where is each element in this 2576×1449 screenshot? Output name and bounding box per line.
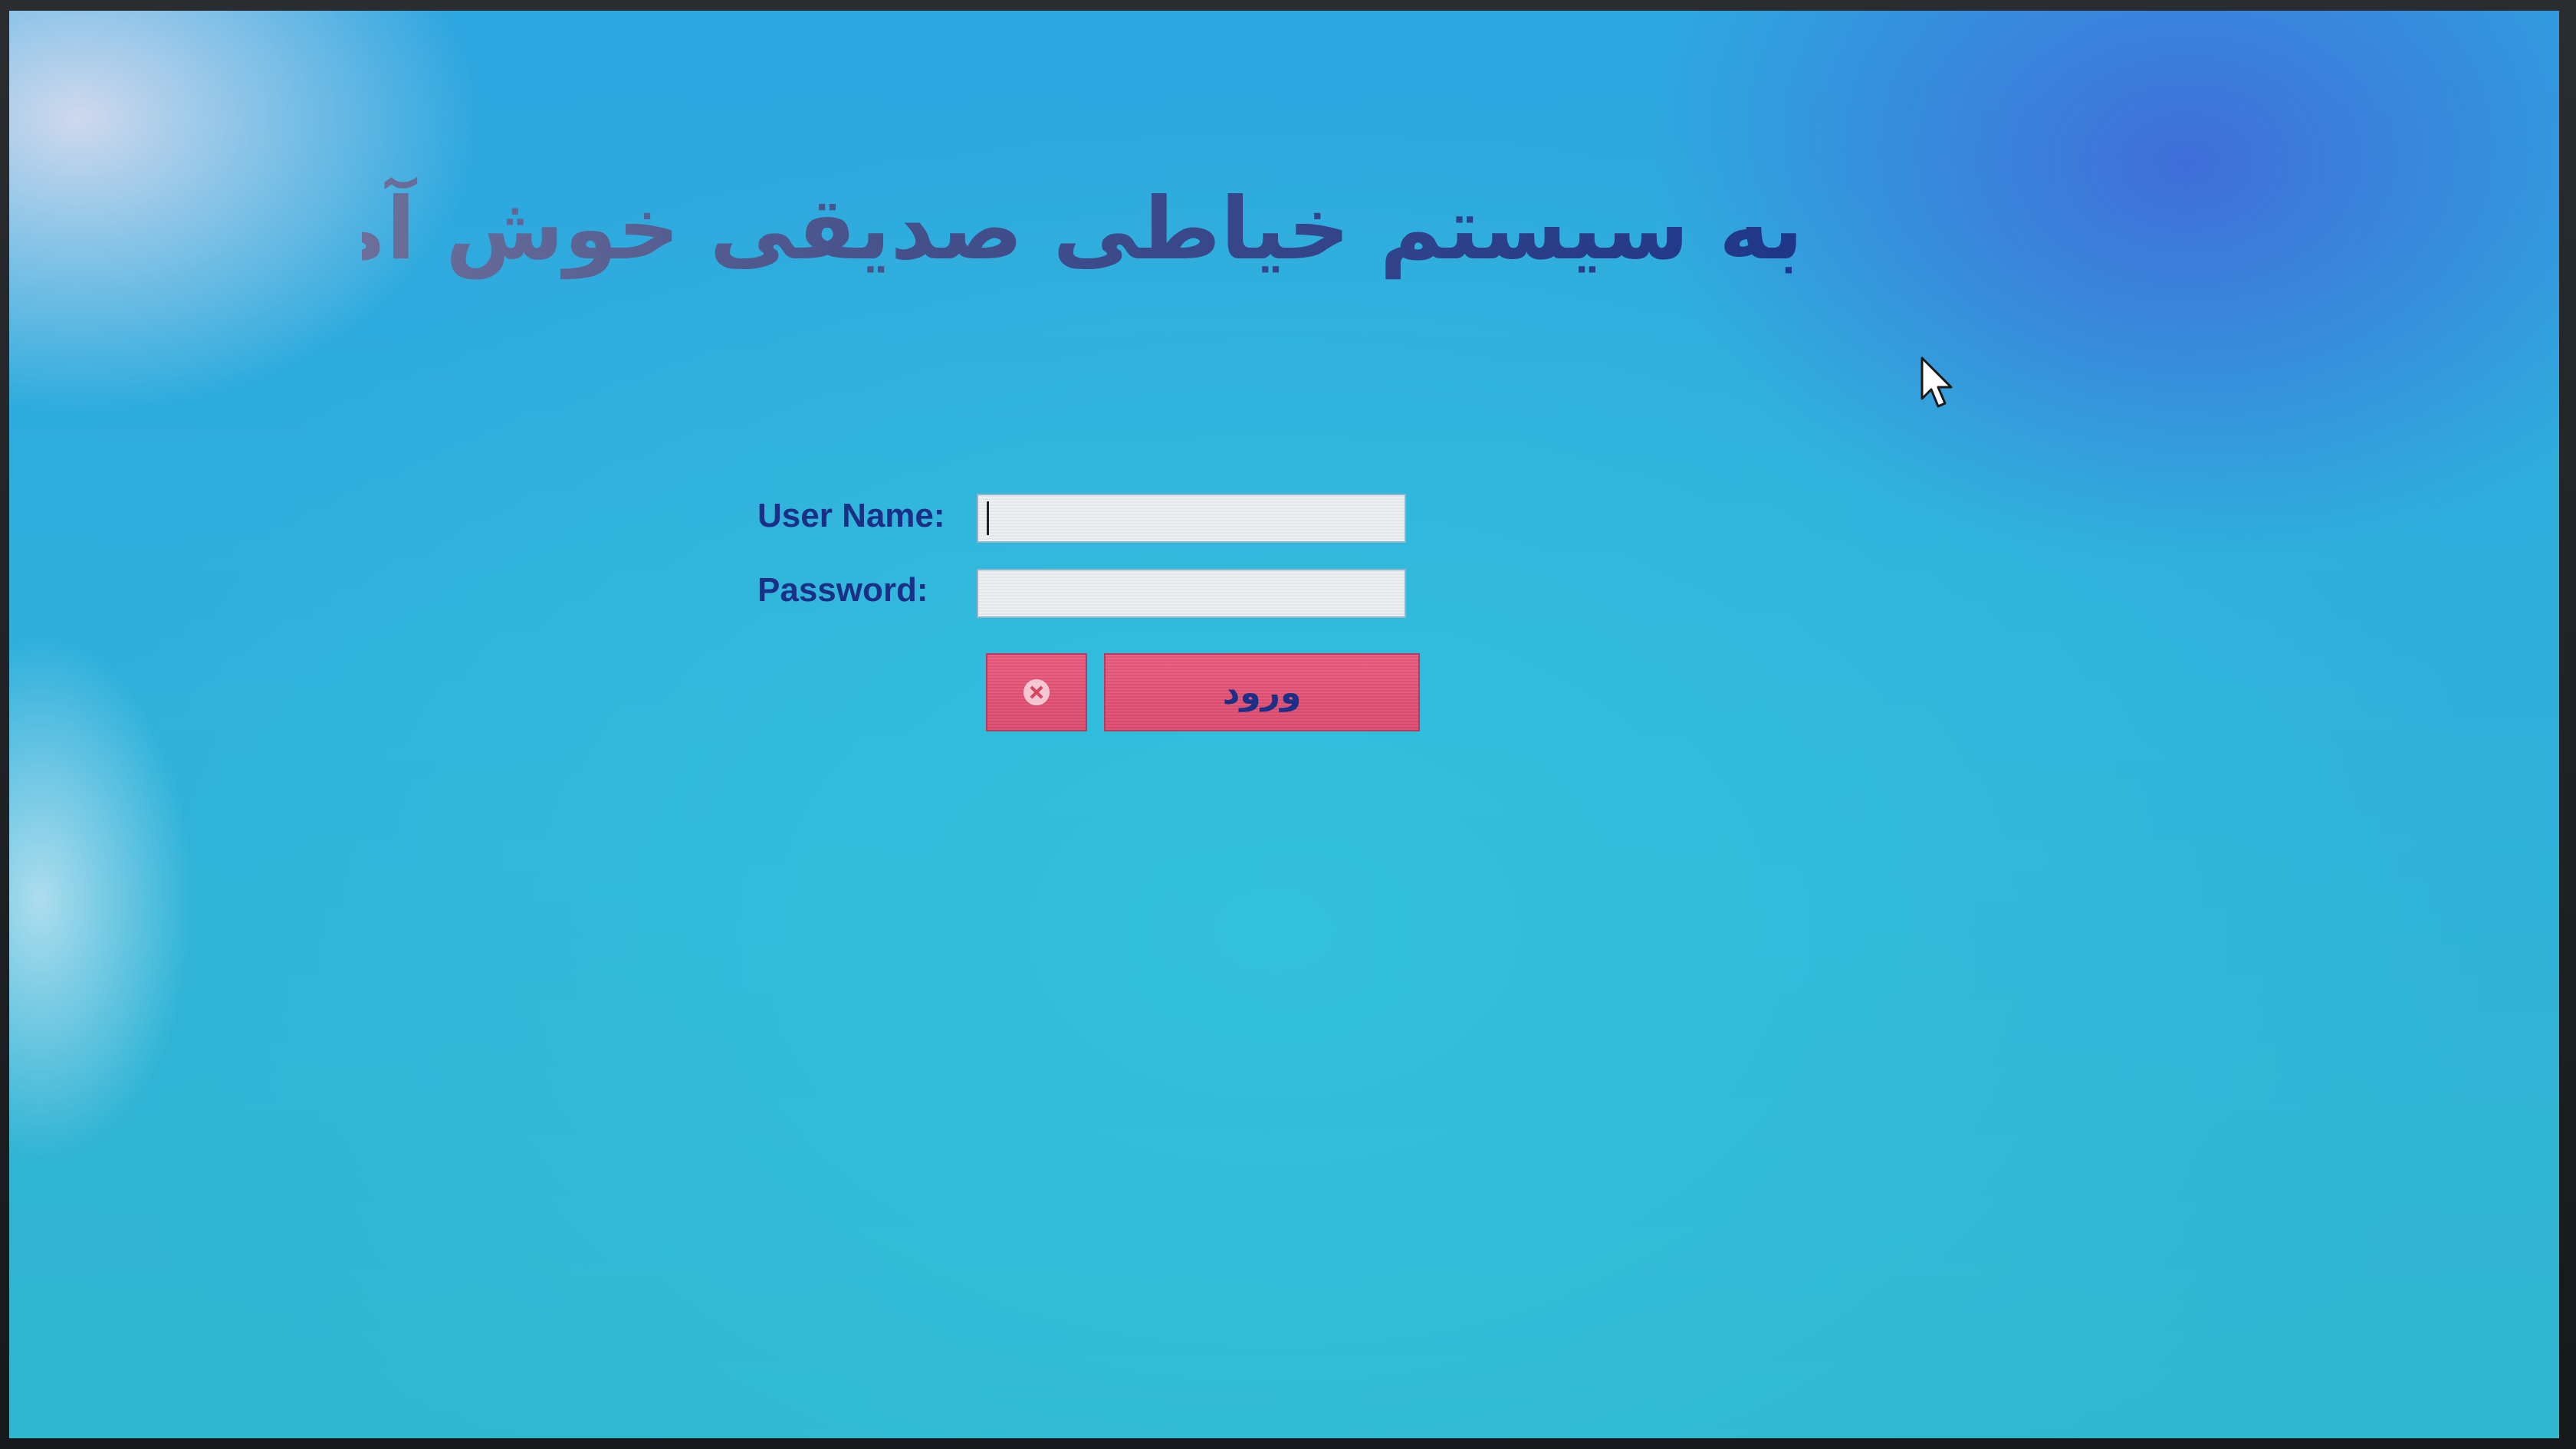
clear-button[interactable] bbox=[986, 653, 1087, 731]
mouse-pointer-icon bbox=[1921, 356, 1953, 408]
username-input[interactable] bbox=[977, 494, 1406, 543]
password-input[interactable] bbox=[977, 569, 1406, 618]
welcome-title: به سیستم خیاطی صدیقی خوش آمدید bbox=[202, 168, 1803, 291]
monitor-frame: به سیستم خیاطی صدیقی خوش آمدید User Name… bbox=[0, 0, 2576, 1449]
password-label: Password: bbox=[757, 571, 928, 609]
login-screen: به سیستم خیاطی صدیقی خوش آمدید User Name… bbox=[9, 11, 2559, 1438]
login-button[interactable]: ورود bbox=[1104, 653, 1420, 731]
username-label: User Name: bbox=[757, 497, 945, 534]
text-caret bbox=[987, 501, 989, 535]
clear-x-icon bbox=[1024, 679, 1050, 705]
login-button-label: ورود bbox=[1222, 672, 1302, 712]
